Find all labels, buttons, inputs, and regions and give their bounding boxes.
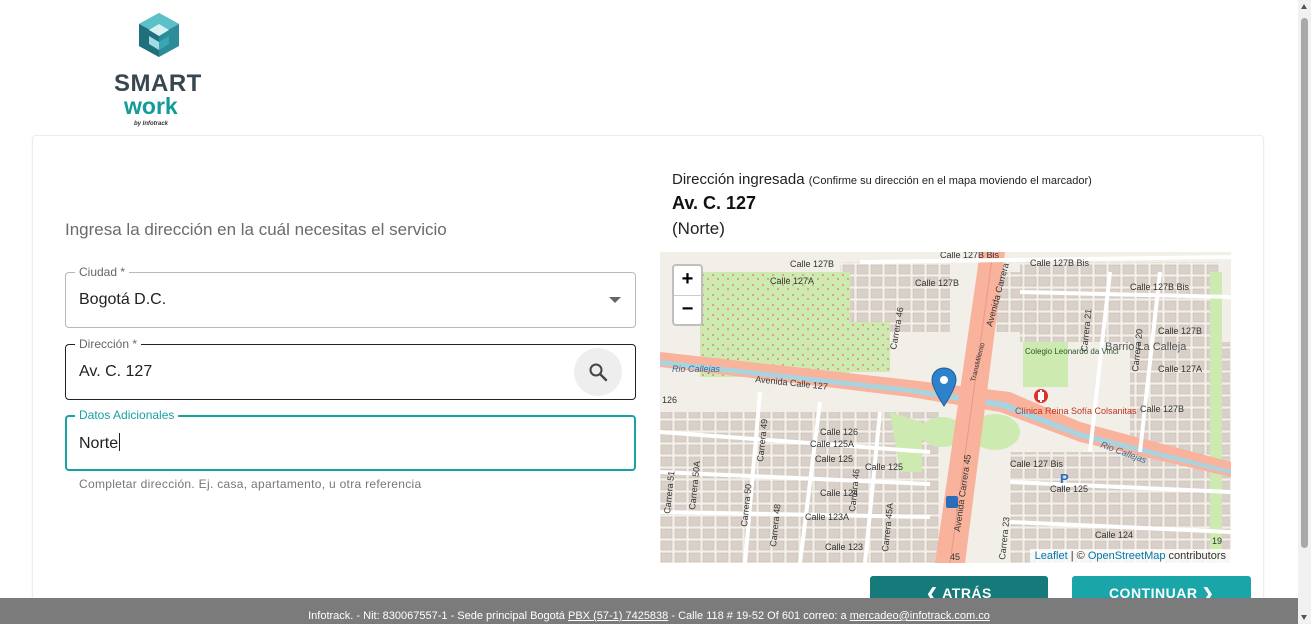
additional-data-value: Norte xyxy=(79,435,119,452)
address-map[interactable]: P Calle 127B Calle 127B Bis Calle 127A C… xyxy=(660,252,1231,563)
additional-data-label: Datos Adicionales xyxy=(75,408,179,422)
additional-data-helper: Completar dirección. Ej. casa, apartamen… xyxy=(79,477,422,491)
entered-address-value: Av. C. 127 xyxy=(672,193,757,213)
map-tiles: P Calle 127B Calle 127B Bis Calle 127A C… xyxy=(660,252,1231,563)
map-label-126: 126 xyxy=(662,395,677,405)
city-label: Ciudad * xyxy=(75,265,130,279)
osm-link[interactable]: OpenStreetMap xyxy=(1088,550,1166,562)
dropdown-arrow-icon xyxy=(609,297,621,303)
map-label-rio-callejas: Rio Callejas xyxy=(672,364,721,374)
city-value: Bogotá D.C. xyxy=(79,291,167,308)
entered-address-note: (Confirme su dirección en el mapa movien… xyxy=(808,175,1092,187)
map-label-calle-127a-right: Calle 127A xyxy=(1158,364,1202,374)
entered-address-heading-text: Dirección ingresada xyxy=(672,171,805,188)
map-label-calle-127b-bis-right: Calle 127B Bis xyxy=(1030,258,1090,268)
map-label-clinica: Clínica Reina Sofía Colsanitas xyxy=(1015,406,1137,416)
zoom-out-button[interactable]: − xyxy=(674,295,701,324)
map-label-calle-127b-mid: Calle 127B xyxy=(915,278,959,288)
map-label-calle-127-bis: Calle 127 Bis xyxy=(1010,459,1064,469)
scrollbar-thumb[interactable] xyxy=(1301,18,1308,548)
page-scrollbar[interactable] xyxy=(1298,0,1311,624)
entered-address-extra: (Norte) xyxy=(672,219,725,238)
entered-address-heading: Dirección ingresada (Confirme su direcci… xyxy=(672,171,1092,188)
map-label-calle-125-b: Calle 125 xyxy=(865,462,903,472)
additional-data-value-wrap: Norte xyxy=(79,433,121,454)
map-attribution: Leaflet | © OpenStreetMap contributors xyxy=(1029,549,1231,563)
address-input[interactable]: Dirección * Av. C. 127 xyxy=(65,337,636,400)
map-label-calle-127b: Calle 127B xyxy=(790,259,834,269)
search-icon xyxy=(589,363,608,382)
scroll-up-arrow-icon[interactable] xyxy=(1301,4,1307,9)
page-footer: Infotrack. - Nit: 830067557-1 - Sede pri… xyxy=(0,598,1298,624)
map-label-calle-125: Calle 125 xyxy=(815,454,853,464)
form-title: Ingresa la dirección en la cuál necesita… xyxy=(65,220,447,239)
map-label-calle-124-right: Calle 124 xyxy=(1095,530,1133,540)
map-label-calle-125a: Calle 125A xyxy=(810,439,854,449)
search-button[interactable] xyxy=(574,348,622,396)
map-label-calle-127b-bis: Calle 127B Bis xyxy=(940,252,1000,260)
attribution-tail: contributors xyxy=(1165,550,1226,562)
smartwork-logo: SMART work by Infotrack xyxy=(110,10,210,127)
map-label-calle-125-right: Calle 125 xyxy=(1050,484,1088,494)
map-label-calle-126: Calle 126 xyxy=(820,427,858,437)
city-select[interactable]: Ciudad * Bogotá D.C. xyxy=(65,265,636,328)
address-value: Av. C. 127 xyxy=(79,363,153,380)
map-label-calle-127b-bis-right2: Calle 127B Bis xyxy=(1130,282,1190,292)
map-label-calle-123: Calle 123 xyxy=(825,542,863,552)
logo-text-work: work xyxy=(124,93,178,119)
map-label-19: 19 xyxy=(1212,536,1222,546)
additional-data-input[interactable]: Datos Adicionales Norte xyxy=(65,408,636,471)
attribution-separator: | © xyxy=(1067,550,1088,562)
map-label-calle-123a: Calle 123A xyxy=(805,512,849,522)
leaflet-link[interactable]: Leaflet xyxy=(1035,550,1068,562)
map-label-calle-127a: Calle 127A xyxy=(770,276,814,286)
footer-phone[interactable]: PBX (57-1) 7425838 xyxy=(568,610,668,622)
map-label-calle-127b-right2: Calle 127B xyxy=(1140,404,1184,414)
zoom-in-button[interactable]: + xyxy=(674,266,701,295)
logo-byline: by Infotrack xyxy=(134,121,169,127)
smartwork-logo-mark xyxy=(139,13,179,57)
footer-email[interactable]: mercadeo@infotrack.com.co xyxy=(850,610,990,622)
footer-company: Infotrack. - Nit: 830067557-1 - Sede pri… xyxy=(308,610,565,622)
map-zoom-control: + − xyxy=(672,264,703,326)
footer-address: - Calle 118 # 19-52 Of 601 correo: a xyxy=(668,610,850,622)
map-label-45: 45 xyxy=(950,552,960,562)
text-caret xyxy=(119,433,121,451)
address-label: Dirección * xyxy=(75,337,142,351)
map-label-calle-127b-right: Calle 127B xyxy=(1158,326,1202,336)
map-label-barrio: Barrio La Calleja xyxy=(1105,341,1187,353)
scroll-down-arrow-icon[interactable] xyxy=(1301,615,1307,620)
